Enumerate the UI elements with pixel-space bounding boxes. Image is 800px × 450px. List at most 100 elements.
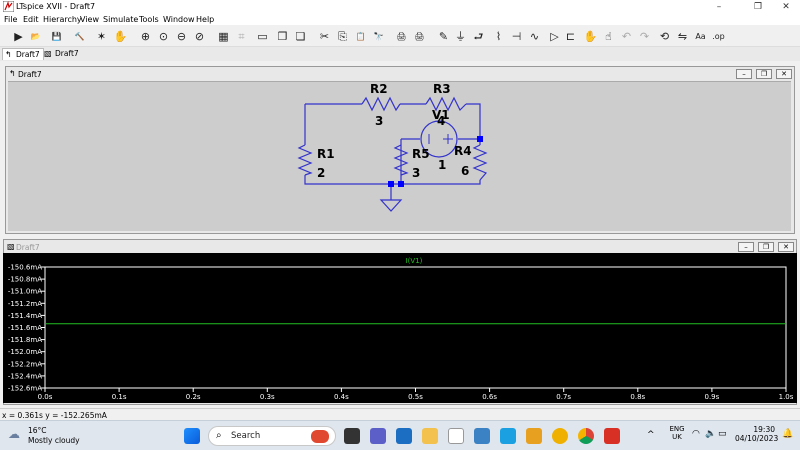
waveform-restore-button[interactable]: ❐ [758,242,774,252]
menu-edit[interactable]: Edit [23,15,39,24]
cascade-icon[interactable]: ❐ [274,28,291,45]
grid-icon[interactable]: ⌗ [233,28,250,45]
menu-tools[interactable]: Tools [139,15,159,24]
schematic-canvas[interactable]: R2 3 R3 4 V1 1 R1 2 R5 3 R4 6 [8,81,791,231]
mail-icon[interactable] [396,428,412,444]
open-icon[interactable]: 📂 [27,28,44,45]
paste-icon[interactable]: 📋 [352,28,369,45]
autorange-icon[interactable]: ▦ [215,28,232,45]
search-label: Search [231,431,261,441]
menu-simulate[interactable]: Simulate [103,15,138,24]
toolbar: ▶ 📂 💾 🔨 ✶ ✋ ⊕ ⊙ ⊖ ⊘ ▦ ⌗ ▭ ❐ ❏ ✂ ⎘ 📋 🔭 🖨 🖨 ✎ ⏚ ⮐ ⌇ ⊣ ∿ ▷ ⊏ ✋ ☝ ↶ ↷ ⟲ ⇋ Aa .op [0,26,800,47]
label-net-icon[interactable]: ⮐ [470,28,487,45]
app-l-taskbar-icon[interactable] [500,428,516,444]
waveform-close-button[interactable]: ✕ [778,242,794,252]
teams-chat-icon[interactable] [370,428,386,444]
run-icon[interactable]: ▶ [10,28,27,45]
file-explorer-icon[interactable] [422,428,438,444]
ltspice-taskbar-icon[interactable] [448,428,464,444]
resistor-icon[interactable]: ⌇ [490,28,507,45]
menu-window[interactable]: Window [163,15,195,24]
menu-hierarchy[interactable]: Hierarchy [43,15,82,24]
status-bar: x = 0.361s y = -152.265mA [0,408,800,420]
x-tick-label: 1.0s [779,393,794,401]
r2-ref-label: R2 [370,82,388,96]
x-tick-label: 0.1s [112,393,127,401]
redo-icon[interactable]: ↷ [636,28,653,45]
copy-icon[interactable]: ⎘ [334,28,351,45]
tile-horizontal-icon[interactable]: ▭ [254,28,271,45]
taskbar-search[interactable]: ⌕ Search [208,426,336,446]
close-button[interactable]: ✕ [772,0,800,14]
clock[interactable]: 19:30 04/10/2023 [735,425,778,443]
pan-icon[interactable]: ⊙ [155,28,172,45]
zoom-out-icon[interactable]: ⊖ [173,28,190,45]
task-view-icon[interactable] [344,428,360,444]
cut-icon[interactable]: ✂ [316,28,333,45]
volume-icon[interactable]: 🔈 [705,429,716,439]
y-tick-label: -151.6mA [8,324,42,332]
r4-ref-label: R4 [454,144,472,158]
text-icon[interactable]: Aa [692,28,709,45]
ground-icon[interactable]: ⏚ [452,28,469,45]
r4-value-label: 6 [461,164,469,178]
component-icon[interactable]: ⊏ [562,28,579,45]
draw-wire-icon[interactable]: ✎ [435,28,452,45]
chevron-up-icon[interactable]: ^ [647,430,655,440]
capacitor-icon[interactable]: ⊣ [508,28,525,45]
chrome-icon[interactable] [578,428,594,444]
chart-title[interactable]: I(V1) [406,257,423,265]
weather-desc: Mostly cloudy [28,436,80,445]
wifi-icon[interactable]: ◠ [692,429,700,439]
language-indicator[interactable]: ENG UK [666,425,688,441]
move-icon[interactable]: ✋ [582,28,599,45]
schematic-restore-button[interactable]: ❐ [756,69,772,79]
waveform-window-title: Draft7 [16,243,40,252]
print-icon[interactable]: 🖨 [411,28,428,45]
save-icon[interactable]: 💾 [48,28,65,45]
find-icon[interactable]: 🔭 [370,28,387,45]
halt-icon[interactable]: ✶ [93,28,110,45]
spice-directive-icon[interactable]: .op [710,28,727,45]
x-tick-label: 0.9s [705,393,720,401]
clock-time: 19:30 [753,425,775,434]
windows-taskbar: ☁ 16°C Mostly cloudy ⌕ Search ^ ENG UK ◠… [0,420,800,450]
weather-widget[interactable]: ☁ 16°C Mostly cloudy [8,425,88,447]
minimize-button[interactable]: – [705,0,733,14]
maximize-button[interactable]: ❐ [744,0,772,14]
schematic-minimize-button[interactable]: – [736,69,752,79]
menu-help[interactable]: Help [196,15,214,24]
undo-icon[interactable]: ↶ [618,28,635,45]
drag-icon[interactable]: ☝ [600,28,617,45]
inductor-icon[interactable]: ∿ [526,28,543,45]
waveform-icon: ▧ [7,242,15,251]
schematic-close-button[interactable]: ✕ [776,69,792,79]
rotate-icon[interactable]: ⟲ [656,28,673,45]
waveform-plot[interactable]: I(V1) -150.6mA -150.8mA -151.0mA -151.2mA -1… [3,253,797,403]
app-taskbar-icon[interactable] [552,428,568,444]
windows-start-icon[interactable] [184,428,200,444]
diode-icon[interactable]: ▷ [546,28,563,45]
x-axis: 0.0s 0.1s 0.2s 0.3s 0.4s 0.5s 0.6s 0.7s 0.8s 0.9s… [38,388,794,401]
battery-icon[interactable]: ▭ [718,429,727,439]
zoom-in-icon[interactable]: ⊕ [137,28,154,45]
menu-view[interactable]: View [80,15,99,24]
waveform-chart: I(V1) -150.6mA-150.8mA-151.0mA-151.2mA-1… [8,257,794,401]
hand-icon[interactable]: ✋ [112,28,129,45]
zoom-cancel-icon[interactable]: ⊘ [191,28,208,45]
acrobat-icon[interactable] [604,428,620,444]
y-tick-label: -152.4mA [8,372,42,380]
print-setup-icon[interactable]: 🖨 [393,28,410,45]
x-tick-label: 0.5s [408,393,423,401]
tab-schematic-draft7[interactable]: ↰ Draft7 [2,48,44,60]
menu-file[interactable]: File [4,15,17,24]
tab-waveform-draft7[interactable]: ▧ Draft7 [42,48,82,60]
tile-vertical-icon[interactable]: ❏ [292,28,309,45]
app-taskbar-icon[interactable] [526,428,542,444]
y-tick-label: -151.2mA [8,300,42,308]
notification-bell-icon[interactable]: 🔔 [782,429,793,439]
control-panel-icon[interactable]: 🔨 [71,28,88,45]
waveform-minimize-button[interactable]: – [738,242,754,252]
app-taskbar-icon[interactable] [474,428,490,444]
mirror-icon[interactable]: ⇋ [674,28,691,45]
